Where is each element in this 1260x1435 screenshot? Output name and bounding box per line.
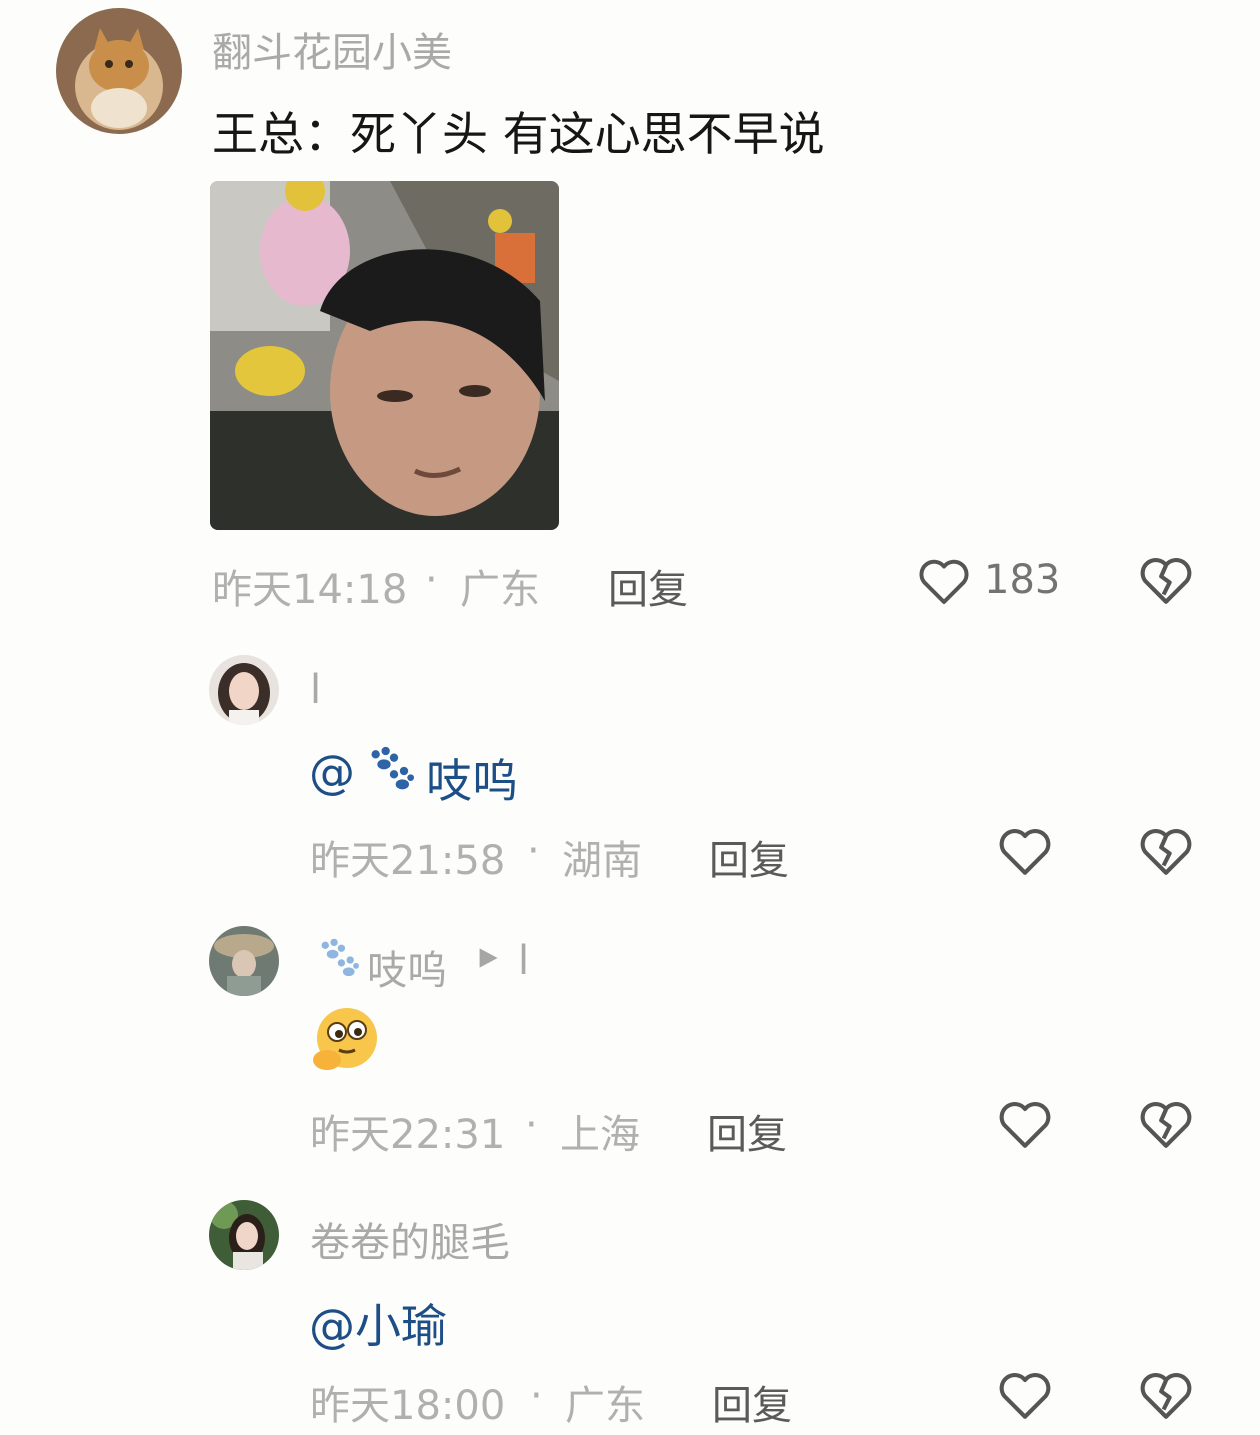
meta-separator: · (525, 1102, 538, 1148)
play-triangle-icon (479, 948, 498, 968)
comment-timestamp: 昨天14:18 (212, 567, 408, 613)
comment-location: 上海 (560, 1112, 640, 1158)
comment-timestamp: 昨天22:31 (310, 1112, 506, 1158)
like-count: 183 (984, 557, 1061, 603)
mention[interactable]: @小瑜 (309, 1290, 447, 1356)
mention-at[interactable]: @ (309, 745, 355, 799)
reply-button[interactable]: 回复 (712, 1373, 792, 1431)
comment-timestamp: 昨天18:00 (310, 1383, 506, 1429)
heart-icon[interactable] (996, 1095, 1054, 1153)
broken-heart-icon[interactable] (1137, 822, 1195, 880)
comment-location: 湖南 (562, 838, 642, 884)
eyes-emoji-icon (313, 1008, 377, 1070)
meta-separator: · (425, 557, 438, 603)
hat-avatar-icon (209, 926, 279, 996)
reply-button[interactable]: 回复 (608, 557, 688, 615)
broken-heart-icon[interactable] (1137, 1366, 1195, 1424)
girl-avatar-icon (209, 1200, 279, 1270)
username[interactable]: 翻斗花园小美 (212, 20, 452, 78)
avatar[interactable] (209, 1200, 279, 1270)
meta-separator: · (527, 828, 540, 874)
comment-image[interactable] (210, 181, 559, 530)
avatar[interactable] (56, 8, 182, 134)
comment-location: 广东 (565, 1383, 645, 1429)
broken-heart-icon[interactable] (1137, 1095, 1195, 1153)
comment-timestamp: 昨天21:58 (310, 838, 506, 884)
username[interactable]: 卷卷的腿毛 (310, 1210, 510, 1268)
heart-icon[interactable] (916, 553, 972, 609)
avatar[interactable] (209, 926, 279, 996)
username[interactable]: l (310, 667, 321, 713)
meta-separator: · (530, 1373, 543, 1419)
mention-name[interactable]: 吱呜 (426, 745, 518, 811)
cat-avatar-icon (56, 8, 182, 134)
reply-button[interactable]: 回复 (707, 1102, 787, 1160)
woman-avatar-icon (209, 655, 279, 725)
comment-text: 王总：死丫头 有这心思不早说 (212, 107, 825, 161)
avatar[interactable] (209, 655, 279, 725)
heart-icon[interactable] (996, 822, 1054, 880)
username[interactable]: 吱呜 (367, 938, 447, 996)
broken-heart-icon[interactable] (1137, 551, 1195, 609)
paw-icon (321, 938, 359, 977)
reply-button[interactable]: 回复 (709, 828, 789, 886)
heart-icon[interactable] (996, 1366, 1054, 1424)
paw-icon (371, 746, 414, 790)
meme-image-man-selfie (210, 181, 559, 530)
comment-location: 广东 (460, 567, 540, 613)
reply-to-username[interactable]: l (518, 938, 529, 984)
